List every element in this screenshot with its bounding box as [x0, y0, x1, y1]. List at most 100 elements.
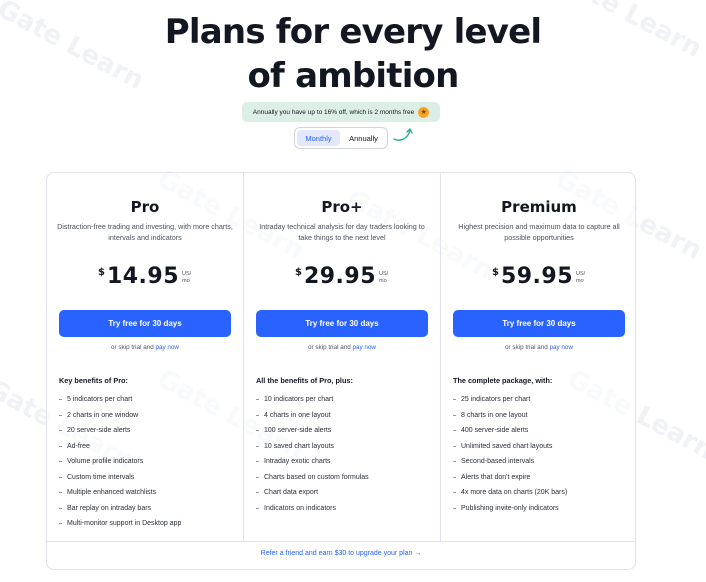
bullet-dash-icon — [59, 507, 62, 509]
bullet-dash-icon — [453, 461, 456, 462]
price-currency: $ — [97, 267, 105, 278]
bullet-dash-icon — [59, 399, 62, 400]
star-struck-emoji-icon: ★ — [418, 106, 430, 118]
skip-trial-prefix: or skip trial and — [308, 344, 351, 351]
bullet-dash-icon — [256, 430, 259, 431]
plan-price: $ 14.95 US/ mo — [47, 265, 243, 289]
plan-description: Highest precision and maximum data to ca… — [458, 222, 620, 242]
price-amount: 59.95 — [500, 264, 574, 289]
benefits-heading: All the benefits of Pro, plus: — [256, 376, 353, 385]
benefit-item: 8 charts in one layout — [453, 408, 631, 424]
benefit-item: 25 indicators per chart — [453, 392, 631, 408]
benefit-item: Publishing invite-only indicators — [453, 501, 631, 517]
page-title-line-2: of ambition — [247, 56, 459, 96]
plan-card-pro: Pro Distraction-free trading and investi… — [47, 173, 243, 541]
plan-name: Pro+ — [321, 198, 363, 216]
bullet-dash-icon — [59, 430, 62, 431]
curved-arrow-icon — [393, 128, 413, 141]
bullet-dash-icon — [256, 507, 259, 509]
skip-trial-prefix: or skip trial and — [505, 344, 548, 351]
page-title: Plans for every level of ambition — [0, 10, 706, 98]
bullet-dash-icon — [453, 399, 456, 400]
plan-card-pro-plus: Pro+ Intraday technical analysis for day… — [243, 173, 440, 541]
page-title-line-1: Plans for every level — [164, 12, 542, 52]
bullet-dash-icon — [59, 414, 62, 416]
benefit-item: Alerts that don't expire — [453, 470, 631, 486]
bullet-dash-icon — [453, 414, 456, 416]
skip-trial-prefix: or skip trial and — [111, 344, 154, 351]
plan-name: Pro — [130, 198, 160, 216]
bullet-dash-icon — [453, 507, 456, 509]
price-unit: US/ mo — [379, 271, 389, 284]
pay-now-link[interactable]: pay now — [352, 344, 375, 351]
billing-period-toggle[interactable]: Monthly Annually — [294, 127, 388, 149]
price-unit: US/ mo — [576, 271, 586, 284]
benefit-item: Unlimited saved chart layouts — [453, 439, 631, 455]
price-currency: $ — [294, 267, 302, 278]
bullet-dash-icon — [256, 445, 259, 447]
benefit-item: Ad-free — [59, 439, 237, 455]
benefit-item: Charts based on custom formulas — [256, 470, 434, 486]
benefit-item: 4 charts in one layout — [256, 408, 434, 424]
bullet-dash-icon — [59, 445, 62, 447]
bullet-dash-icon — [256, 414, 259, 416]
plan-description: Distraction-free trading and investing, … — [57, 222, 233, 242]
plan-description: Intraday technical analysis for day trad… — [259, 222, 425, 242]
discount-banner: Annually you have up to 16% off, which i… — [242, 102, 440, 122]
skip-trial-text: or skip trial and pay now — [47, 344, 243, 351]
try-free-button[interactable]: Try free for 30 days — [59, 310, 231, 337]
plan-price: $ 29.95 US/ mo — [244, 265, 440, 289]
bullet-dash-icon — [256, 476, 259, 478]
benefits-heading: Key benefits of Pro: — [59, 376, 128, 385]
benefit-item: 100 server-side alerts — [256, 423, 434, 439]
benefit-item: Intraday exotic charts — [256, 454, 434, 470]
benefit-item: 20 server-side alerts — [59, 423, 237, 439]
plan-card-premium: Premium Highest precision and maximum da… — [440, 173, 637, 541]
billing-monthly-option[interactable]: Monthly — [297, 130, 340, 146]
pay-now-link[interactable]: pay now — [155, 344, 178, 351]
bullet-dash-icon — [59, 461, 62, 462]
try-free-button[interactable]: Try free for 30 days — [256, 310, 428, 337]
benefits-list: 5 indicators per chart 2 charts in one w… — [59, 392, 237, 532]
bullet-dash-icon — [59, 523, 62, 524]
discount-banner-text: Annually you have up to 16% off, which i… — [252, 108, 415, 116]
benefit-item: 10 saved chart layouts — [256, 439, 434, 455]
benefit-item: 4x more data on charts (20K bars) — [453, 485, 631, 501]
benefit-item: 400 server-side alerts — [453, 423, 631, 439]
bullet-dash-icon — [256, 492, 259, 493]
benefit-item: Second-based intervals — [453, 454, 631, 470]
bullet-dash-icon — [453, 445, 456, 447]
benefit-item: Custom time intervals — [59, 470, 237, 486]
pay-now-link[interactable]: pay now — [549, 344, 572, 351]
plan-name: Premium — [501, 198, 577, 216]
bullet-dash-icon — [256, 399, 259, 400]
benefits-list: 25 indicators per chart 8 charts in one … — [453, 392, 631, 516]
benefit-item: Multi-monitor support in Desktop app — [59, 516, 237, 532]
price-currency: $ — [491, 267, 499, 278]
bullet-dash-icon — [59, 476, 62, 478]
price-amount: 14.95 — [106, 264, 180, 289]
benefits-heading: The complete package, with: — [453, 376, 553, 385]
benefits-list: 10 indicators per chart 4 charts in one … — [256, 392, 434, 516]
bullet-dash-icon — [453, 430, 456, 431]
benefit-item: Indicators on indicators — [256, 501, 434, 517]
billing-annually-option[interactable]: Annually — [342, 130, 385, 146]
price-amount: 29.95 — [303, 264, 377, 289]
benefit-item: Chart data export — [256, 485, 434, 501]
benefit-item: 5 indicators per chart — [59, 392, 237, 408]
panel-divider — [47, 541, 635, 542]
benefit-item: Volume profile indicators — [59, 454, 237, 470]
skip-trial-text: or skip trial and pay now — [244, 344, 440, 351]
benefit-item: Multiple enhanced watchlists — [59, 485, 237, 501]
bullet-dash-icon — [256, 461, 259, 462]
skip-trial-text: or skip trial and pay now — [441, 344, 637, 351]
benefit-item: 10 indicators per chart — [256, 392, 434, 408]
bullet-dash-icon — [453, 476, 456, 478]
bullet-dash-icon — [59, 492, 62, 493]
benefit-item: Bar replay on intraday bars — [59, 501, 237, 517]
pricing-plans-panel: Pro Distraction-free trading and investi… — [46, 172, 636, 570]
try-free-button[interactable]: Try free for 30 days — [453, 310, 625, 337]
price-unit: US/ mo — [182, 271, 192, 284]
plan-price: $ 59.95 US/ mo — [441, 265, 637, 289]
refer-a-friend-link[interactable]: Refer a friend and earn $30 to upgrade y… — [47, 550, 635, 557]
